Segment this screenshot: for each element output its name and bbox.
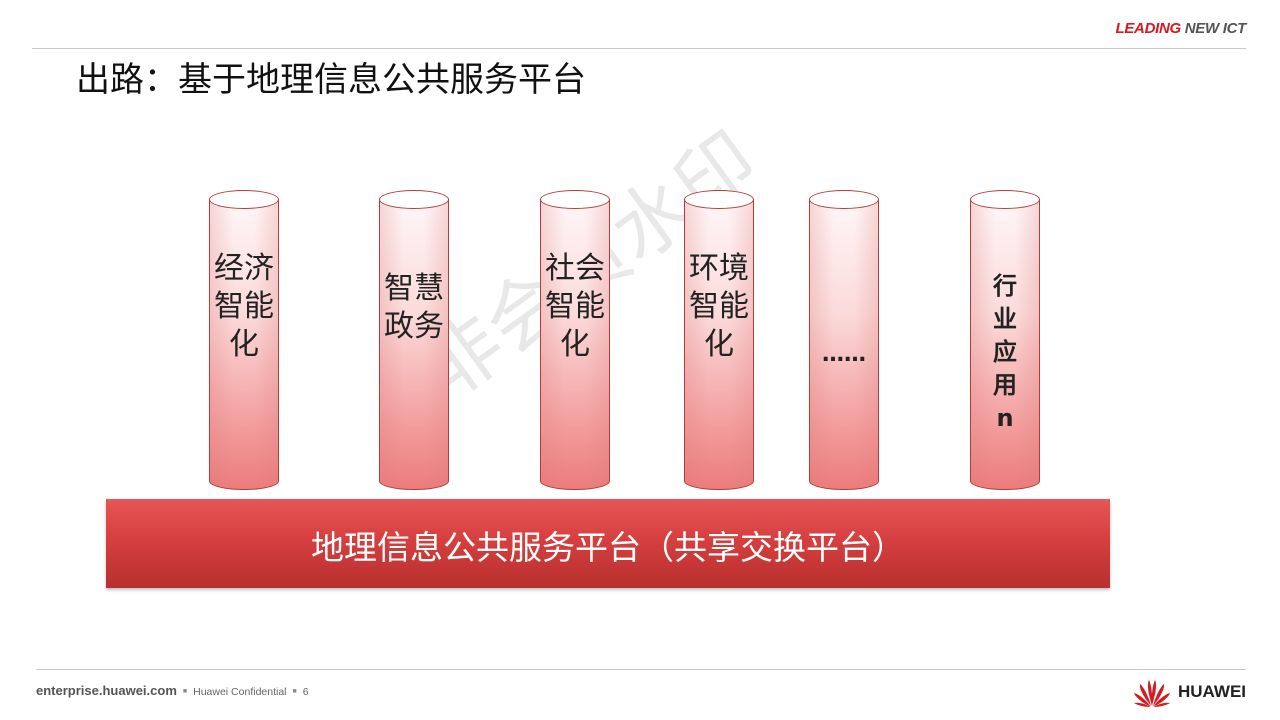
pillar-label: 环境智能化 (689, 251, 749, 362)
footer: enterprise.huawei.com ■ Huawei Confidentia… (36, 683, 309, 698)
shared-platform-base: 地理信息公共服务平台（共享交换平台） (106, 499, 1110, 588)
pillar-label: …… (822, 342, 866, 367)
page-title: 出路：基于地理信息公共服务平台 (76, 60, 586, 100)
huawei-logo-icon (1134, 680, 1170, 707)
tagline-leading: LEADING (1115, 20, 1181, 37)
pillar-smart-government: 智慧政务 (379, 190, 449, 498)
tagline-new-ict: NEW ICT (1184, 20, 1247, 37)
pillar-industry-application-n: 行业应用n (970, 190, 1040, 498)
pillar-economic-intelligence: 经济智能化 (209, 190, 279, 498)
header-divider (32, 48, 1246, 49)
pillar-ellipsis: …… (809, 190, 879, 498)
brand-name: HUAWEI (1178, 682, 1246, 701)
footer-confidential: Huawei Confidential (193, 686, 287, 698)
pillar-label: 智慧政务 (384, 271, 444, 344)
footer-page-number: 6 (302, 686, 309, 698)
pillar-label: 社会智能化 (545, 251, 605, 362)
leading-new-ict-tagline: LEADING NEW ICT (1115, 20, 1246, 37)
footer-site-link[interactable]: enterprise.huawei.com (36, 683, 177, 698)
pillar-label: 行业应用n (993, 272, 1017, 432)
huawei-brand: HUAWEI (1132, 675, 1246, 709)
platform-label: 地理信息公共服务平台（共享交换平台） (311, 528, 905, 567)
pillar-label: 经济智能化 (214, 251, 274, 362)
pillar-environment-intelligence: 环境智能化 (684, 190, 754, 498)
pillar-social-intelligence: 社会智能化 (540, 190, 610, 498)
footer-divider (36, 669, 1246, 670)
